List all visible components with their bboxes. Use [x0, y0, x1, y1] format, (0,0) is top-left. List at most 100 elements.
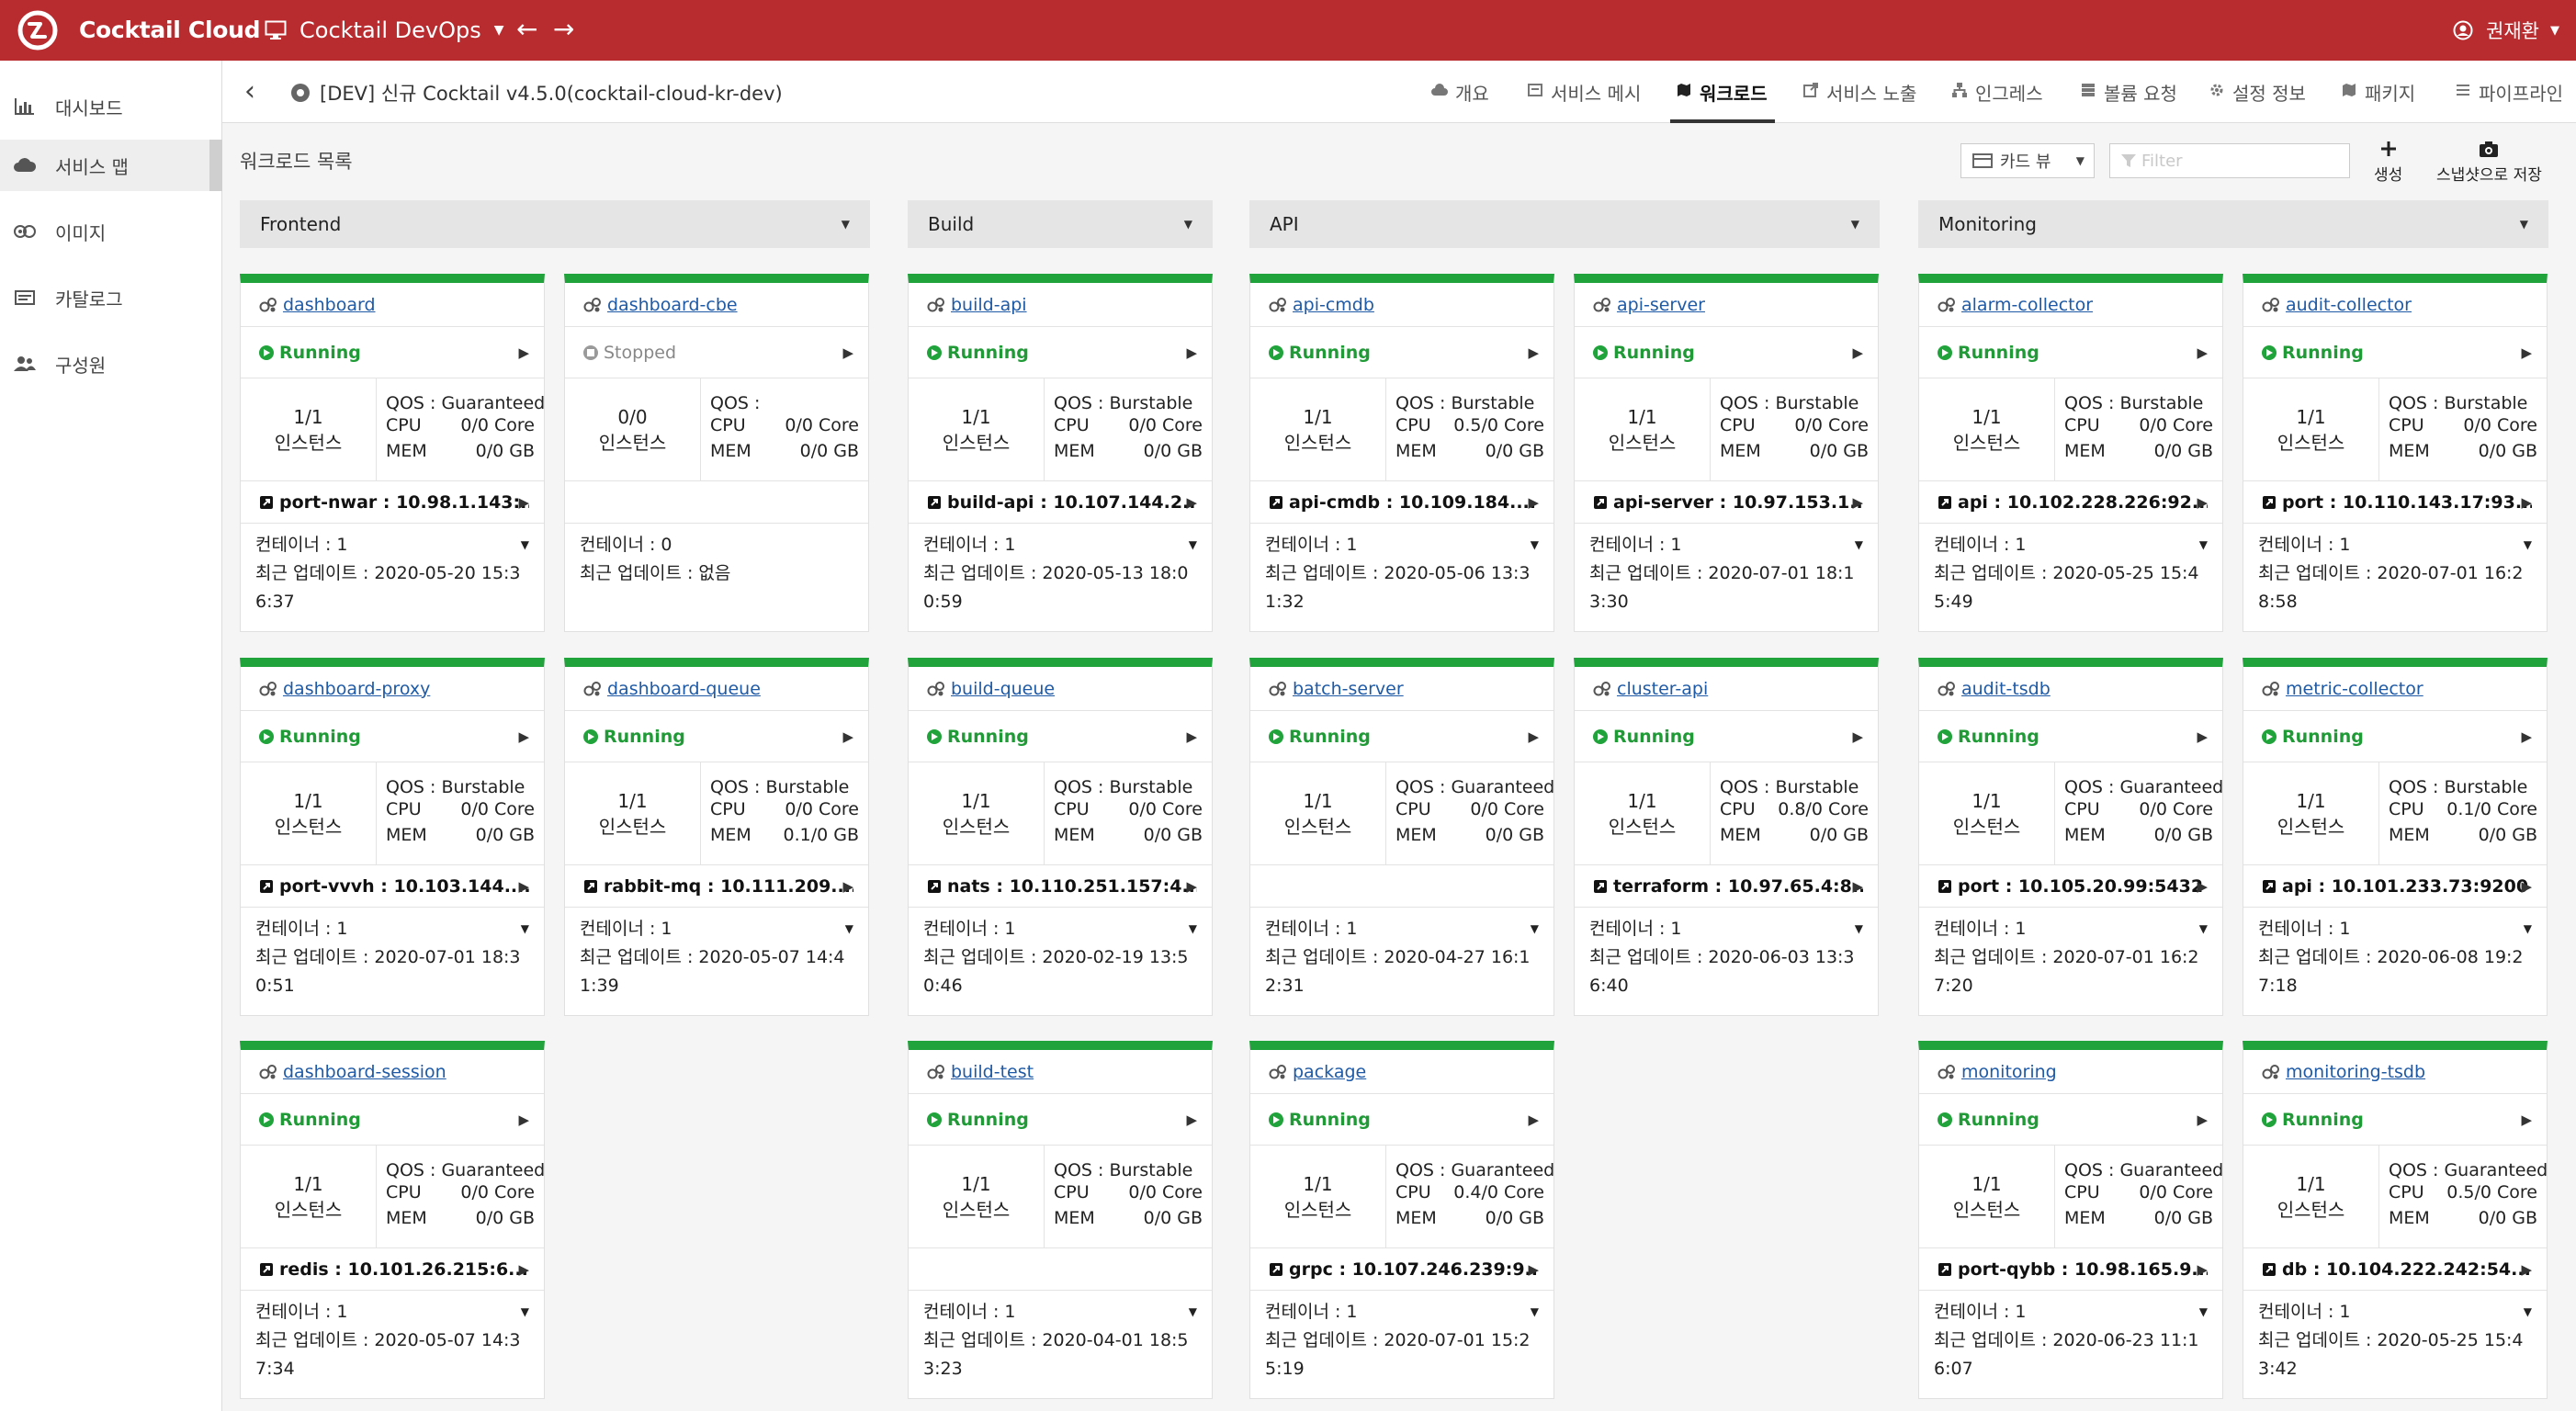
- chevron-down-icon[interactable]: ▼: [1531, 915, 1539, 943]
- service-port-row[interactable]: api : 10.102.228.226:92... ▶: [1919, 481, 2222, 524]
- service-port-row[interactable]: grpc : 10.107.246.239:9... ▶: [1250, 1248, 1554, 1291]
- tab-package[interactable]: 패키지: [2341, 79, 2415, 123]
- workload-status-row[interactable]: Running ▶: [241, 711, 544, 762]
- chevron-down-icon[interactable]: ▼: [1855, 915, 1863, 943]
- sidebar-item-members[interactable]: 구성원: [0, 338, 222, 389]
- filter-input[interactable]: [2109, 143, 2350, 178]
- workload-status-row[interactable]: Running ▶: [1919, 327, 2222, 378]
- chevron-down-icon[interactable]: ▼: [521, 1298, 529, 1326]
- cocktail-logo-icon[interactable]: [17, 10, 59, 51]
- project-selector[interactable]: Cocktail DevOps ▼: [265, 17, 503, 44]
- service-port-row[interactable]: api-cmdb : 10.109.184.... ▶: [1250, 481, 1554, 524]
- chevron-down-icon[interactable]: ▼: [2199, 531, 2208, 559]
- service-port-row[interactable]: port-qybb : 10.98.165.9... ▶: [1919, 1248, 2222, 1291]
- workload-name-link[interactable]: audit-tsdb: [1961, 679, 2051, 699]
- tab-pipeline[interactable]: 파이프라인: [2455, 79, 2563, 123]
- chevron-down-icon[interactable]: ▼: [1531, 1298, 1539, 1326]
- sidebar-item-dashboard[interactable]: 대시보드: [0, 81, 222, 132]
- chevron-down-icon[interactable]: ▼: [1531, 531, 1539, 559]
- chevron-down-icon[interactable]: ▼: [1189, 915, 1197, 943]
- chevron-down-icon[interactable]: ▼: [521, 531, 529, 559]
- sidebar-item-catalog[interactable]: 카탈로그: [0, 272, 222, 323]
- service-port-row[interactable]: api : 10.101.233.73:9200 ▶: [2243, 865, 2547, 908]
- service-port-row[interactable]: build-api : 10.107.144.2... ▶: [909, 481, 1212, 524]
- workload-status-row[interactable]: Running ▶: [2243, 327, 2547, 378]
- brand-name[interactable]: Cocktail Cloud: [79, 17, 261, 43]
- workload-name-link[interactable]: api-cmdb: [1293, 295, 1374, 315]
- workload-name-link[interactable]: audit-collector: [2286, 295, 2412, 315]
- service-port-row[interactable]: rabbit-mq : 10.111.209.... ▶: [565, 865, 868, 908]
- workload-status-row[interactable]: Running ▶: [909, 1094, 1212, 1146]
- snapshot-button[interactable]: 스냅샷으로 저장: [2436, 138, 2542, 185]
- workload-name-link[interactable]: monitoring: [1961, 1062, 2057, 1082]
- chevron-down-icon[interactable]: ▼: [1855, 531, 1863, 559]
- chevron-down-icon[interactable]: ▼: [2199, 1298, 2208, 1326]
- workload-status-row[interactable]: Running ▶: [565, 711, 868, 762]
- service-port-row[interactable]: terraform : 10.97.65.4:8... ▶: [1575, 865, 1878, 908]
- group-header-monitoring[interactable]: Monitoring ▼: [1918, 200, 2548, 248]
- tab-overview[interactable]: 개요: [1431, 79, 1489, 123]
- workload-status-row[interactable]: Running ▶: [909, 327, 1212, 378]
- sidebar-item-service-map[interactable]: 서비스 맵: [0, 140, 222, 191]
- create-button[interactable]: 생성: [2374, 138, 2402, 185]
- workload-status-row[interactable]: Stopped ▶: [565, 327, 868, 378]
- workload-status-row[interactable]: Running ▶: [241, 1094, 544, 1146]
- workload-name-link[interactable]: api-server: [1617, 295, 1705, 315]
- workload-name-link[interactable]: cluster-api: [1617, 679, 1708, 699]
- chevron-down-icon[interactable]: ▼: [2524, 1298, 2532, 1326]
- chevron-down-icon[interactable]: ▼: [521, 915, 529, 943]
- tab-config[interactable]: 설정 정보: [2209, 79, 2306, 123]
- service-port-row[interactable]: port-nwar : 10.98.1.143:... ▶: [241, 481, 544, 524]
- workload-status-row[interactable]: Running ▶: [2243, 1094, 2547, 1146]
- workload-status-row[interactable]: Running ▶: [1575, 711, 1878, 762]
- workload-name-link[interactable]: dashboard-proxy: [283, 679, 430, 699]
- tab-workload[interactable]: 워크로드: [1670, 79, 1775, 123]
- group-header-api[interactable]: API ▼: [1249, 200, 1880, 248]
- workload-name-link[interactable]: alarm-collector: [1961, 295, 2093, 315]
- chevron-down-icon[interactable]: ▼: [1189, 1298, 1197, 1326]
- workload-status-row[interactable]: Running ▶: [1919, 711, 2222, 762]
- service-port-row[interactable]: port-vvvh : 10.103.144.... ▶: [241, 865, 544, 908]
- workload-name-link[interactable]: batch-server: [1293, 679, 1404, 699]
- workload-status-row[interactable]: Running ▶: [2243, 711, 2547, 762]
- workload-name-link[interactable]: build-api: [951, 295, 1027, 315]
- workload-status-row[interactable]: Running ▶: [1250, 1094, 1554, 1146]
- service-port-row[interactable]: port : 10.110.143.17:93... ▶: [2243, 481, 2547, 524]
- tab-service-mesh[interactable]: 서비스 메시: [1527, 79, 1641, 123]
- chevron-down-icon[interactable]: ▼: [1189, 531, 1197, 559]
- tab-ingress[interactable]: 인그레스: [1951, 79, 2043, 123]
- workload-name-link[interactable]: build-queue: [951, 679, 1055, 699]
- workload-name-link[interactable]: dashboard-queue: [607, 679, 761, 699]
- chevron-left-icon[interactable]: ‹: [244, 75, 255, 107]
- workload-status-row[interactable]: Running ▶: [909, 711, 1212, 762]
- sidebar-item-images[interactable]: 이미지: [0, 206, 222, 257]
- service-port-row[interactable]: api-server : 10.97.153.1... ▶: [1575, 481, 1878, 524]
- service-port-row[interactable]: port : 10.105.20.99:5432 ▶: [1919, 865, 2222, 908]
- view-mode-select[interactable]: 카드 뷰 ▼: [1960, 143, 2095, 178]
- chevron-down-icon[interactable]: ▼: [2524, 531, 2532, 559]
- group-header-build[interactable]: Build ▼: [908, 200, 1213, 248]
- workload-name-link[interactable]: package: [1293, 1062, 1366, 1082]
- chevron-down-icon[interactable]: ▼: [2199, 915, 2208, 943]
- workload-name-link[interactable]: metric-collector: [2286, 679, 2423, 699]
- chevron-down-icon[interactable]: ▼: [2524, 915, 2532, 943]
- service-port-row[interactable]: db : 10.104.222.242:54... ▶: [2243, 1248, 2547, 1291]
- workload-name-link[interactable]: dashboard: [283, 295, 376, 315]
- workload-status-row[interactable]: Running ▶: [1250, 327, 1554, 378]
- user-menu[interactable]: 권재환 ▼: [2453, 17, 2559, 44]
- workload-name-link[interactable]: dashboard-session: [283, 1062, 446, 1082]
- workload-status-row[interactable]: Running ▶: [1250, 711, 1554, 762]
- forward-arrow-icon[interactable]: →: [553, 15, 574, 44]
- group-header-frontend[interactable]: Frontend ▼: [240, 200, 870, 248]
- back-arrow-icon[interactable]: ←: [516, 15, 537, 44]
- tab-service-exposure[interactable]: 서비스 노출: [1802, 79, 1916, 123]
- workload-name-link[interactable]: dashboard-cbe: [607, 295, 738, 315]
- service-port-row[interactable]: redis : 10.101.26.215:6... ▶: [241, 1248, 544, 1291]
- tab-volume-request[interactable]: 볼륨 요청: [2080, 79, 2177, 123]
- chevron-down-icon[interactable]: ▼: [845, 915, 853, 943]
- workload-status-row[interactable]: Running ▶: [1575, 327, 1878, 378]
- service-port-row[interactable]: nats : 10.110.251.157:4... ▶: [909, 865, 1212, 908]
- workload-name-link[interactable]: build-test: [951, 1062, 1034, 1082]
- workload-name-link[interactable]: monitoring-tsdb: [2286, 1062, 2425, 1082]
- workload-status-row[interactable]: Running ▶: [1919, 1094, 2222, 1146]
